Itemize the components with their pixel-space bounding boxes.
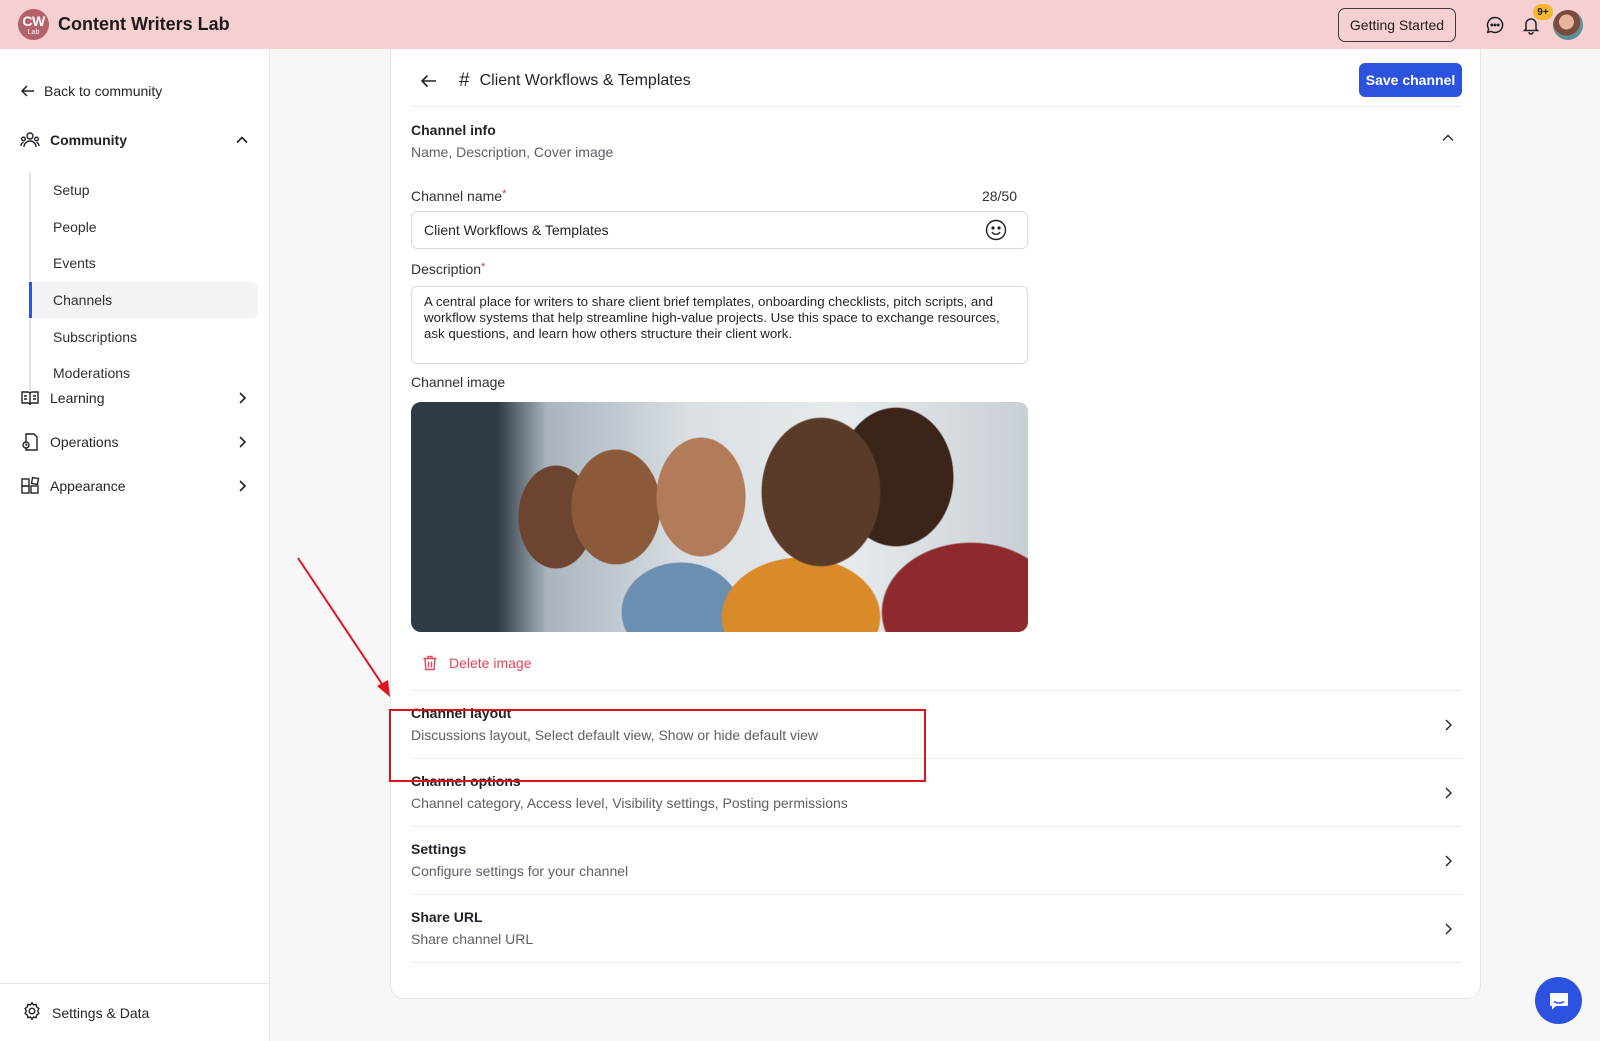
sidebar-group-learning[interactable]: Learning	[20, 388, 250, 408]
description-label: Description*	[411, 261, 485, 277]
channel-editor-card: # Client Workflows & Templates Save chan…	[390, 49, 1481, 999]
sidebar-group-operations[interactable]: Operations	[20, 432, 250, 452]
sidebar-item-subscriptions[interactable]: Subscriptions	[29, 318, 259, 355]
divider	[411, 826, 1462, 827]
divider	[411, 894, 1462, 895]
chat-bubble-icon	[1549, 992, 1568, 1009]
operations-icon	[20, 432, 40, 452]
channel-header: # Client Workflows & Templates Save chan…	[411, 57, 1462, 105]
chevron-right-icon[interactable]	[1440, 921, 1456, 937]
logo-text: CW	[22, 12, 45, 29]
getting-started-button[interactable]: Getting Started	[1338, 8, 1456, 42]
arrow-left-icon	[20, 85, 34, 97]
community-icon	[20, 130, 40, 150]
required-mark: *	[481, 261, 486, 273]
channel-name-label-text: Channel name	[411, 188, 503, 204]
channel-name-input[interactable]: Client Workflows & Templates	[411, 211, 1028, 249]
chevron-right-icon[interactable]	[234, 434, 250, 450]
settings-row[interactable]: Settings Configure settings for your cha…	[411, 841, 1462, 879]
sidebar-item-moderations[interactable]: Moderations	[29, 355, 259, 392]
divider	[411, 106, 1462, 107]
channel-cover-image[interactable]	[411, 402, 1028, 632]
logo-subtext: Lab	[27, 28, 40, 36]
operations-label: Operations	[50, 434, 119, 450]
annotation-highlight-box	[389, 709, 926, 782]
channel-name-label: Channel name*	[411, 188, 506, 204]
delete-image-label: Delete image	[449, 655, 532, 671]
chevron-up-icon[interactable]	[234, 132, 250, 148]
gear-icon	[22, 1001, 42, 1024]
app-title[interactable]: Content Writers Lab	[58, 14, 230, 35]
appearance-label: Appearance	[50, 478, 126, 494]
support-chat-button[interactable]	[1535, 977, 1582, 1024]
chevron-right-icon[interactable]	[1440, 785, 1456, 801]
chevron-right-icon[interactable]	[1440, 853, 1456, 869]
chevron-up-icon[interactable]	[1440, 130, 1456, 146]
chevron-right-icon[interactable]	[234, 390, 250, 406]
channel-info-title: Channel info	[411, 122, 496, 138]
description-textarea[interactable]: A central place for writers to share cli…	[411, 286, 1028, 364]
sidebar-group-community[interactable]: Community	[20, 130, 250, 150]
hash-icon: #	[459, 70, 470, 91]
back-to-community-label: Back to community	[44, 83, 163, 99]
required-mark: *	[502, 188, 507, 200]
community-submenu: Setup People Events Channels Subscriptio…	[29, 172, 259, 392]
channel-info-section[interactable]: Channel info Name, Description, Cover im…	[411, 122, 1462, 160]
share-url-row[interactable]: Share URL Share channel URL	[411, 909, 1462, 947]
settings-and-data-link[interactable]: Settings & Data	[0, 983, 269, 1041]
trash-icon	[423, 655, 437, 671]
channel-options-subtitle: Channel category, Access level, Visibili…	[411, 795, 848, 811]
settings-subtitle: Configure settings for your channel	[411, 863, 629, 879]
chat-icon[interactable]	[1483, 13, 1507, 37]
sidebar-group-appearance[interactable]: Appearance	[20, 476, 250, 496]
emoji-icon[interactable]	[985, 219, 1007, 241]
settings-and-data-label: Settings & Data	[52, 1004, 150, 1021]
appearance-icon	[20, 476, 40, 496]
top-bar: CW Lab Content Writers Lab Getting Start…	[0, 0, 1600, 49]
chevron-right-icon[interactable]	[234, 478, 250, 494]
book-icon	[20, 388, 40, 408]
chevron-right-icon[interactable]	[1440, 717, 1456, 733]
user-avatar[interactable]	[1553, 10, 1583, 40]
channel-name-value: Client Workflows & Templates	[424, 222, 609, 238]
sidebar-item-setup[interactable]: Setup	[29, 172, 259, 209]
arrow-left-icon[interactable]	[417, 69, 441, 93]
divider	[411, 962, 1462, 963]
channel-name-counter: 28/50	[981, 188, 1017, 204]
sidebar-item-channels[interactable]: Channels	[29, 281, 258, 319]
notification-badge: 9+	[1533, 4, 1553, 20]
sidebar-item-people[interactable]: People	[29, 209, 259, 246]
sidebar: Back to community Community Setup People…	[0, 49, 270, 1041]
share-url-title: Share URL	[411, 909, 483, 925]
back-to-community-link[interactable]: Back to community	[20, 83, 162, 99]
description-label-text: Description	[411, 261, 482, 277]
sidebar-item-events[interactable]: Events	[29, 245, 259, 282]
share-url-subtitle: Share channel URL	[411, 931, 534, 947]
divider	[411, 690, 1462, 691]
save-channel-button[interactable]: Save channel	[1359, 63, 1462, 97]
channel-image-label: Channel image	[411, 374, 506, 390]
community-label: Community	[50, 132, 127, 148]
community-logo[interactable]: CW Lab	[18, 9, 49, 40]
page-title: Client Workflows & Templates	[479, 72, 691, 89]
channel-info-subtitle: Name, Description, Cover image	[411, 144, 614, 160]
delete-image-button[interactable]: Delete image	[421, 654, 532, 672]
settings-title: Settings	[411, 841, 467, 857]
learning-label: Learning	[50, 390, 105, 406]
